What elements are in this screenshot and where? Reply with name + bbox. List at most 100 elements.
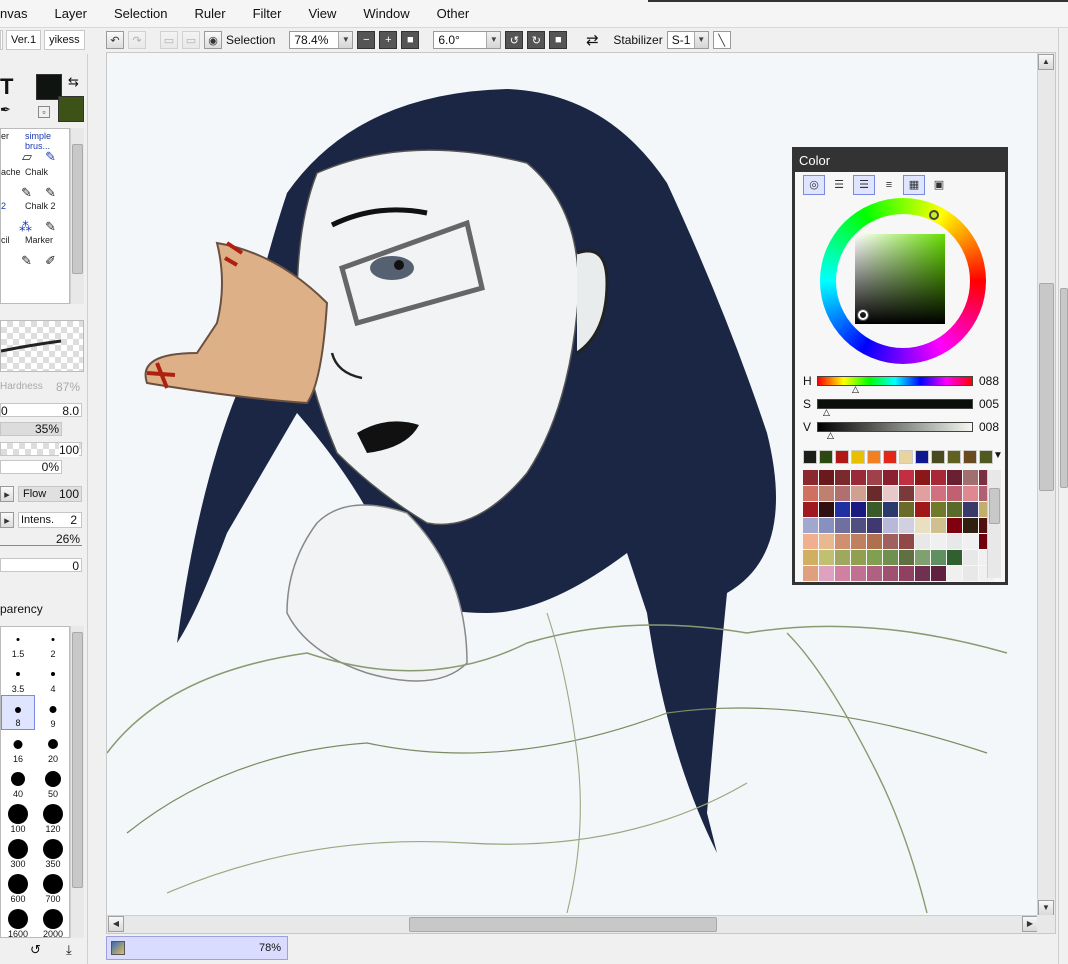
recent-color-swatch[interactable]: [803, 450, 817, 464]
palette-list-icon[interactable]: ≡: [878, 175, 900, 195]
palette-swatch[interactable]: [963, 550, 978, 565]
sub-color-swatch[interactable]: [58, 96, 84, 122]
menu-selection[interactable]: Selection: [114, 6, 167, 21]
flow-field[interactable]: Flow 100: [18, 486, 82, 502]
density-slider[interactable]: 100: [0, 442, 82, 457]
brush-size-option[interactable]: 300: [1, 835, 35, 870]
palette-swatch[interactable]: [851, 518, 866, 533]
palette-swatch[interactable]: [867, 566, 882, 581]
recent-color-swatch[interactable]: [963, 450, 977, 464]
menu-filter[interactable]: Filter: [253, 6, 282, 21]
color-wheel-icon[interactable]: ◎: [803, 175, 825, 195]
scroll-thumb[interactable]: [72, 144, 83, 274]
swatches-icon[interactable]: ▦: [903, 175, 925, 195]
palette-swatch[interactable]: [947, 518, 962, 533]
vertical-scroll-thumb[interactable]: [1039, 283, 1054, 491]
brush-size-option[interactable]: 120: [36, 800, 69, 835]
palette-swatch[interactable]: [883, 486, 898, 501]
palette-scrollbar[interactable]: [987, 470, 1001, 578]
menu-other[interactable]: Other: [437, 6, 470, 21]
hue-slider[interactable]: [817, 376, 973, 386]
recent-color-swatch[interactable]: [867, 450, 881, 464]
stabilizer-combo[interactable]: S-1 ▼: [666, 31, 709, 49]
palette-swatch[interactable]: [819, 566, 834, 581]
palette-swatch[interactable]: [835, 518, 850, 533]
palette-swatch[interactable]: [819, 550, 834, 565]
palette-swatch[interactable]: [931, 534, 946, 549]
deselect-button[interactable]: ▭: [160, 31, 178, 49]
swap-colors-icon[interactable]: ⇆: [68, 74, 79, 90]
brush-size-option[interactable]: 9: [36, 695, 69, 730]
palette-swatch[interactable]: [835, 502, 850, 517]
color-panel-title[interactable]: Color: [795, 150, 1005, 172]
brush-size-option[interactable]: 40: [1, 765, 35, 800]
recent-color-swatch[interactable]: [835, 450, 849, 464]
palette-swatch[interactable]: [803, 566, 818, 581]
palette-swatch[interactable]: [947, 550, 962, 565]
scroll-thumb[interactable]: [72, 632, 83, 888]
reset-icon[interactable]: ↺: [30, 942, 41, 958]
palette-swatch[interactable]: [963, 566, 978, 581]
palette-swatch[interactable]: [803, 470, 818, 485]
scratchpad-icon[interactable]: ▣: [928, 175, 950, 195]
brush-size-option[interactable]: 2: [36, 627, 69, 660]
zoom-out-button[interactable]: −: [357, 31, 376, 49]
palette-swatch[interactable]: [947, 534, 962, 549]
palette-swatch[interactable]: [883, 470, 898, 485]
palette-swatch[interactable]: [931, 566, 946, 581]
palette-swatch[interactable]: [851, 486, 866, 501]
palette-swatch[interactable]: [899, 502, 914, 517]
rgb-sliders-icon[interactable]: ☰: [828, 175, 850, 195]
saturation-slider[interactable]: [817, 399, 973, 409]
recent-color-swatch[interactable]: [931, 450, 945, 464]
saturation-value-square[interactable]: [855, 234, 945, 324]
scroll-right-arrow-icon[interactable]: ▶: [1022, 916, 1038, 932]
tool-simple-brush[interactable]: simple brus... ✎: [25, 131, 59, 165]
palette-swatch[interactable]: [883, 534, 898, 549]
palette-swatch[interactable]: [963, 486, 978, 501]
horizontal-scroll-thumb[interactable]: [409, 917, 717, 932]
tool-chalk[interactable]: Chalk ✎: [25, 167, 59, 201]
h-value[interactable]: 088: [979, 374, 999, 388]
palette-swatch[interactable]: [835, 470, 850, 485]
size-grid-scrollbar[interactable]: [70, 626, 84, 938]
palette-swatch[interactable]: [883, 550, 898, 565]
recent-color-swatch[interactable]: [899, 450, 913, 464]
zoom-reset-button[interactable]: ■: [401, 31, 420, 49]
blend-slider[interactable]: 0%: [0, 460, 62, 474]
brush-size-option[interactable]: 1.5: [1, 627, 35, 660]
brush-size-option[interactable]: 50: [36, 765, 69, 800]
palette-swatch[interactable]: [931, 518, 946, 533]
intensity-field[interactable]: Intens. 2: [18, 512, 82, 528]
palette-swatch[interactable]: [835, 550, 850, 565]
horizontal-scrollbar[interactable]: ◀ ▶: [107, 915, 1039, 933]
recent-color-swatch[interactable]: [851, 450, 865, 464]
rotate-reset-button[interactable]: ■: [549, 31, 568, 49]
recent-color-swatch[interactable]: [947, 450, 961, 464]
brush-size-option[interactable]: 2000: [36, 905, 69, 937]
palette-swatch[interactable]: [899, 470, 914, 485]
brush-size-option[interactable]: 600: [1, 870, 35, 905]
zoom-combo[interactable]: 78.4% ▼: [289, 31, 354, 49]
palette-swatch[interactable]: [963, 534, 978, 549]
palette-swatch[interactable]: [851, 534, 866, 549]
brush-size-option[interactable]: 4: [36, 660, 69, 695]
transparent-color-icon[interactable]: ▫: [38, 106, 50, 118]
palette-swatch[interactable]: [915, 470, 930, 485]
doc-tab-yikess[interactable]: yikess: [44, 30, 85, 50]
brush-size-option[interactable]: 1600: [1, 905, 35, 937]
palette-swatch[interactable]: [851, 502, 866, 517]
palette-swatch[interactable]: [947, 566, 962, 581]
redo-button[interactable]: ↷: [128, 31, 146, 49]
menu-ruler[interactable]: Ruler: [194, 6, 225, 21]
palette-swatch[interactable]: [819, 470, 834, 485]
palette-swatch[interactable]: [803, 518, 818, 533]
palette-swatch[interactable]: [947, 470, 962, 485]
palette-swatch[interactable]: [947, 502, 962, 517]
palette-swatch[interactable]: [835, 566, 850, 581]
flow-mode-dropdown[interactable]: ▸: [0, 486, 14, 502]
palette-swatch[interactable]: [867, 470, 882, 485]
text-tool-icon[interactable]: T: [0, 74, 13, 100]
palette-swatch[interactable]: [835, 486, 850, 501]
palette-swatch[interactable]: [899, 518, 914, 533]
